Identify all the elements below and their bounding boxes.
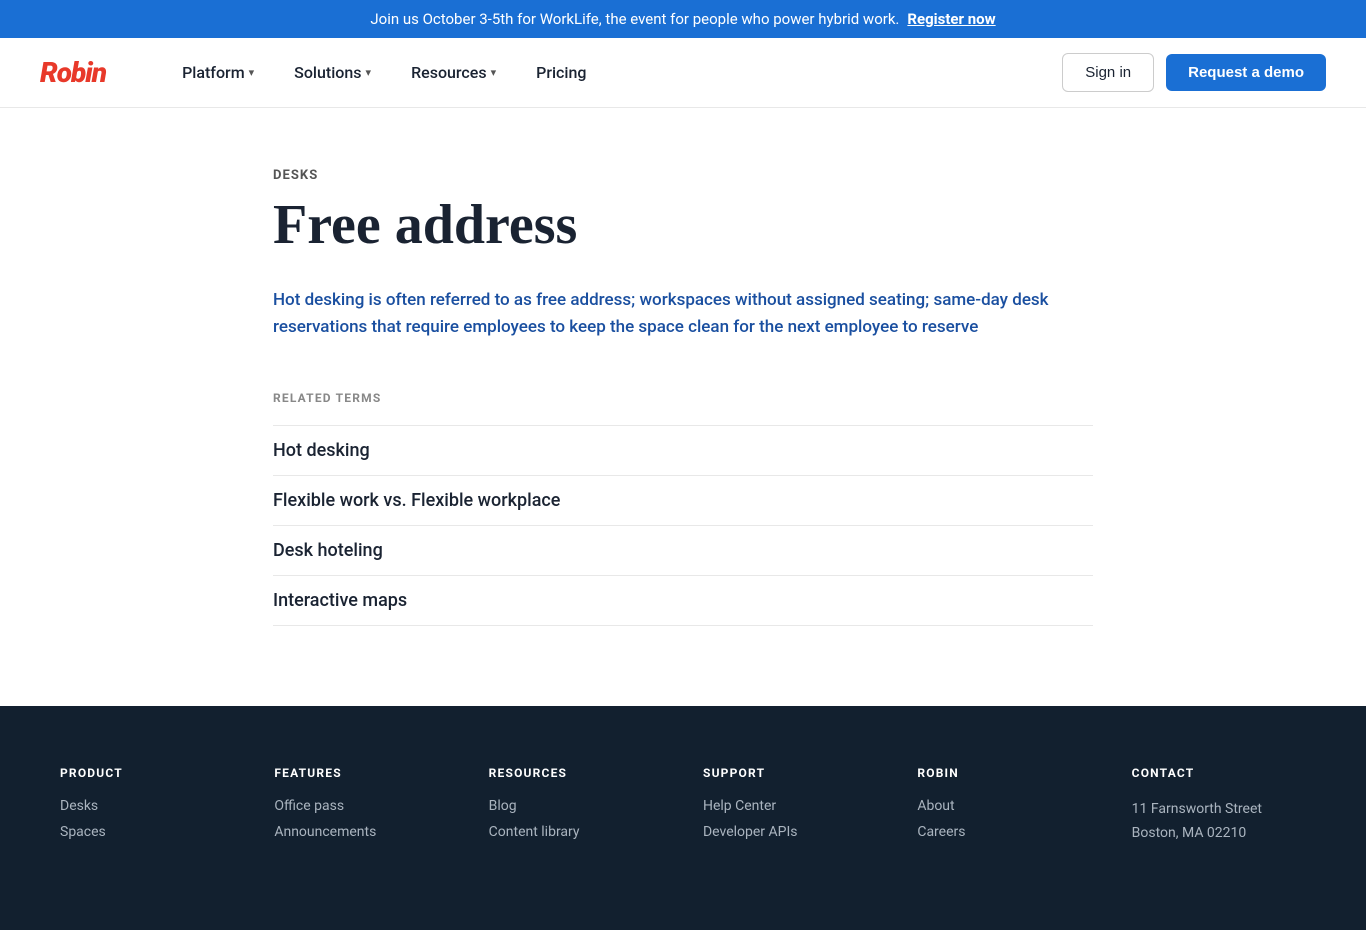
related-terms-label: RELATED TERMS [273,391,1093,405]
footer-link-helpcenter[interactable]: Help Center [703,798,877,814]
nav-solutions[interactable]: Solutions ▾ [278,55,387,90]
footer: PRODUCT Desks Spaces FEATURES Office pas… [0,706,1366,930]
nav-platform[interactable]: Platform ▾ [166,55,270,90]
list-item[interactable]: Flexible work vs. Flexible workplace [273,476,1093,526]
nav-pricing[interactable]: Pricing [520,55,602,90]
footer-col-support: SUPPORT Help Center Developer APIs [703,766,877,850]
footer-col-features: FEATURES Office pass Announcements [274,766,448,850]
page-title: Free address [273,195,1093,257]
footer-col-robin: ROBIN About Careers [917,766,1091,850]
banner-text: Join us October 3-5th for WorkLife, the … [370,10,899,28]
footer-link-content-library[interactable]: Content library [489,824,663,840]
nav-links: Platform ▾ Solutions ▾ Resources ▾ Prici… [166,55,1062,90]
footer-product-title: PRODUCT [60,766,234,780]
footer-address: 11 Farnsworth Street Boston, MA 02210 [1132,798,1306,846]
footer-contact-title: CONTACT [1132,766,1306,780]
solutions-chevron-icon: ▾ [366,66,372,79]
footer-col-resources: RESOURCES Blog Content library [489,766,663,850]
main-nav: Robin Platform ▾ Solutions ▾ Resources ▾… [0,38,1366,108]
banner-cta[interactable]: Register now [907,10,995,28]
platform-chevron-icon: ▾ [249,66,255,79]
footer-support-title: SUPPORT [703,766,877,780]
footer-col-contact: CONTACT 11 Farnsworth Street Boston, MA … [1132,766,1306,850]
footer-features-title: FEATURES [274,766,448,780]
footer-link-spaces[interactable]: Spaces [60,824,234,840]
footer-link-about[interactable]: About [917,798,1091,814]
footer-link-devapis[interactable]: Developer APIs [703,824,877,840]
footer-link-desks[interactable]: Desks [60,798,234,814]
main-content: DESKS Free address Hot desking is often … [233,108,1133,706]
footer-grid: PRODUCT Desks Spaces FEATURES Office pas… [60,766,1306,850]
request-demo-button[interactable]: Request a demo [1166,54,1326,91]
top-banner: Join us October 3-5th for WorkLife, the … [0,0,1366,38]
category-label: DESKS [273,168,1093,183]
nav-logo[interactable]: Robin [40,56,106,89]
footer-address-line2: Boston, MA 02210 [1132,825,1247,841]
footer-robin-title: ROBIN [917,766,1091,780]
signin-button[interactable]: Sign in [1062,53,1154,92]
footer-resources-title: RESOURCES [489,766,663,780]
nav-resources[interactable]: Resources ▾ [395,55,512,90]
resources-chevron-icon: ▾ [491,66,497,79]
footer-link-careers[interactable]: Careers [917,824,1091,840]
footer-link-officepass[interactable]: Office pass [274,798,448,814]
page-description: Hot desking is often referred to as free… [273,287,1093,341]
footer-link-announcements[interactable]: Announcements [274,824,448,840]
footer-col-product: PRODUCT Desks Spaces [60,766,234,850]
list-item[interactable]: Hot desking [273,425,1093,476]
footer-address-line1: 11 Farnsworth Street [1132,801,1262,817]
list-item[interactable]: Interactive maps [273,576,1093,626]
list-item[interactable]: Desk hoteling [273,526,1093,576]
nav-actions: Sign in Request a demo [1062,53,1326,92]
related-terms-list: Hot desking Flexible work vs. Flexible w… [273,425,1093,626]
footer-link-blog[interactable]: Blog [489,798,663,814]
